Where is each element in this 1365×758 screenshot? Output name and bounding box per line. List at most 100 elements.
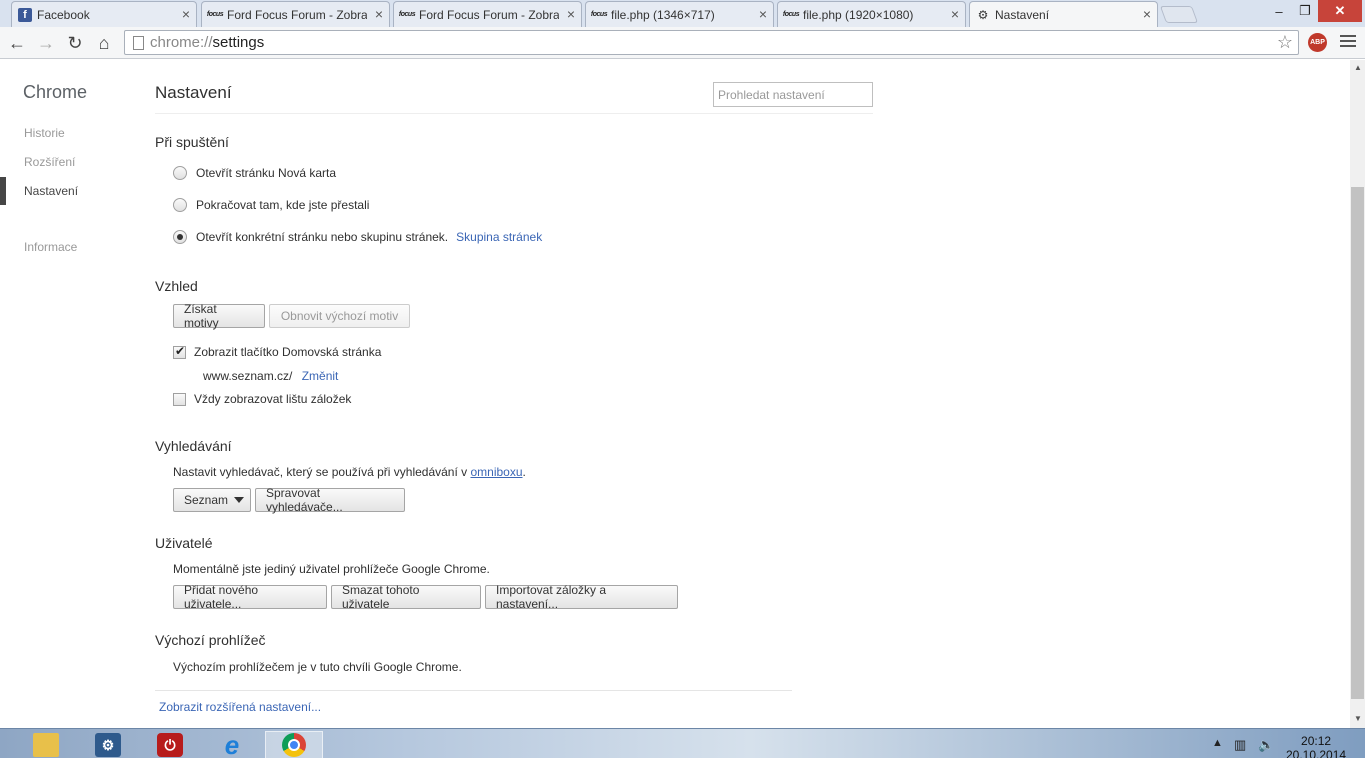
- back-button[interactable]: ←: [6, 32, 28, 54]
- page-icon: [133, 35, 144, 50]
- home-url: www.seznam.cz/: [203, 369, 293, 383]
- page-title: Nastavení: [155, 83, 232, 102]
- close-icon[interactable]: ×: [951, 7, 959, 21]
- reload-button[interactable]: ↻: [64, 32, 86, 54]
- import-bookmarks-button[interactable]: Importovat záložky a nastavení...: [485, 583, 678, 611]
- forward-button[interactable]: →: [35, 32, 57, 54]
- tab-title: Facebook: [37, 7, 90, 22]
- startup-option-continue[interactable]: Pokračovat tam, kde jste přestali: [173, 198, 369, 212]
- radio-button-selected[interactable]: [173, 230, 187, 244]
- radio-button[interactable]: [173, 166, 187, 180]
- tab-title: file.php (1920×1080): [803, 7, 914, 22]
- search-engine-select[interactable]: Seznam: [173, 488, 251, 512]
- close-icon[interactable]: ×: [182, 7, 190, 21]
- bookmark-star-icon[interactable]: ☆: [1277, 32, 1293, 53]
- bookmarks-bar-option[interactable]: Vždy zobrazovat lištu záložek: [173, 392, 351, 406]
- close-icon[interactable]: ×: [375, 7, 383, 21]
- search-settings-input[interactable]: [713, 82, 873, 107]
- browser-toolbar: ← → ↻ ⌂ chrome:// settings ☆ ABP: [0, 27, 1365, 59]
- tab-ford-focus-1[interactable]: focus Ford Focus Forum - Zobra ×: [201, 1, 390, 27]
- chrome-icon: [282, 733, 306, 757]
- scroll-down-icon[interactable]: ▼: [1354, 714, 1362, 723]
- section-title-default-browser: Výchozí prohlížeč: [155, 632, 266, 648]
- startup-option-newtab[interactable]: Otevřít stránku Nová karta: [173, 166, 336, 180]
- tab-ford-focus-2[interactable]: focus Ford Focus Forum - Zobra ×: [393, 1, 582, 27]
- section-title-startup: Při spuštění: [155, 134, 229, 150]
- tray-expand-icon[interactable]: ▲: [1212, 737, 1223, 749]
- omnibox-link[interactable]: omniboxu: [470, 465, 522, 479]
- tab-facebook[interactable]: f Facebook ×: [11, 1, 197, 27]
- taskbar-power[interactable]: ⏻: [141, 731, 199, 758]
- show-home-button-option[interactable]: Zobrazit tlačítko Domovská stránka: [173, 344, 381, 359]
- taskbar-ie[interactable]: e: [203, 730, 261, 758]
- tab-settings[interactable]: ⚙ Nastavení ×: [969, 1, 1158, 28]
- sidebar-item-about[interactable]: Informace: [24, 240, 77, 254]
- taskbar-explorer[interactable]: [17, 731, 75, 758]
- tab-file-php-1[interactable]: focus file.php (1346×717) ×: [585, 1, 774, 27]
- settings-page: Chrome Historie Rozšíření Nastavení Info…: [0, 60, 1365, 728]
- set-pages-link[interactable]: Skupina stránek: [456, 230, 542, 244]
- home-button[interactable]: ⌂: [93, 32, 115, 54]
- default-browser-description: Výchozím prohlížečem je v tuto chvíli Go…: [173, 660, 462, 674]
- footer-divider: [155, 690, 792, 691]
- sidebar-item-extensions[interactable]: Rozšíření: [24, 155, 75, 169]
- radio-label: Otevřít stránku Nová karta: [196, 166, 337, 180]
- taskbar-control-panel[interactable]: ⚙: [79, 731, 137, 758]
- new-tab-button[interactable]: [1159, 6, 1199, 23]
- delete-user-button[interactable]: Smazat tohoto uživatele: [331, 583, 481, 611]
- clock-date: 20.10.2014: [1286, 748, 1347, 758]
- control-panel-icon: ⚙: [95, 733, 121, 757]
- reset-theme-button[interactable]: Obnovit výchozí motiv: [269, 304, 410, 328]
- close-icon[interactable]: ×: [759, 7, 767, 21]
- tab-title: file.php (1346×717): [611, 7, 715, 22]
- maximize-button[interactable]: ❐: [1292, 0, 1318, 22]
- taskbar-chrome[interactable]: [265, 731, 323, 758]
- minimize-button[interactable]: –: [1266, 0, 1292, 22]
- sidebar-selected-marker: [0, 177, 6, 205]
- home-page-row: www.seznam.cz/ Změnit: [203, 369, 338, 383]
- change-home-link[interactable]: Změnit: [302, 369, 339, 383]
- checkbox-checked[interactable]: [173, 344, 186, 359]
- sidebar-item-history[interactable]: Historie: [24, 126, 65, 140]
- scroll-up-icon[interactable]: ▲: [1354, 63, 1362, 72]
- radio-button[interactable]: [173, 198, 187, 212]
- network-icon[interactable]: ▥: [1234, 737, 1246, 753]
- close-icon[interactable]: ×: [1143, 7, 1151, 21]
- power-icon: ⏻: [157, 733, 183, 757]
- taskbar-clock[interactable]: 20:12 20.10.2014: [1286, 734, 1346, 758]
- focus-icon: focus: [206, 11, 224, 18]
- close-icon[interactable]: ×: [567, 7, 575, 21]
- startup-option-specific-pages[interactable]: Otevřít konkrétní stránku nebo skupinu s…: [173, 230, 542, 244]
- tab-title: Nastavení: [995, 8, 1050, 22]
- address-bar[interactable]: chrome:// settings ☆: [124, 30, 1299, 55]
- scroll-thumb[interactable]: [1351, 187, 1364, 699]
- section-title-appearance: Vzhled: [155, 278, 198, 294]
- url-host: settings: [212, 34, 265, 51]
- title-divider: [155, 113, 873, 114]
- adblock-plus-icon[interactable]: ABP: [1308, 33, 1327, 52]
- search-engine-value: Seznam: [184, 493, 229, 507]
- chrome-menu-icon[interactable]: [1340, 33, 1356, 49]
- search-description-text: Nastavit vyhledávač, který se používá př…: [173, 465, 468, 479]
- focus-icon: focus: [398, 11, 416, 18]
- page-scrollbar[interactable]: ▲ ▼: [1350, 60, 1365, 728]
- window-close-button[interactable]: ✕: [1318, 0, 1362, 22]
- manage-search-engines-button[interactable]: Spravovat vyhledávače...: [255, 486, 405, 514]
- focus-icon: focus: [782, 11, 800, 18]
- folder-icon: [33, 733, 59, 757]
- users-description: Momentálně jste jediný uživatel prohlíže…: [173, 562, 490, 576]
- add-user-button[interactable]: Přidat nového uživatele...: [173, 583, 327, 611]
- sidebar-item-settings[interactable]: Nastavení: [24, 184, 78, 198]
- search-description: Nastavit vyhledávač, který se používá př…: [173, 465, 526, 479]
- url-scheme: chrome://: [150, 34, 213, 51]
- chevron-down-icon: [234, 497, 244, 503]
- volume-icon[interactable]: 🔈: [1258, 737, 1274, 753]
- windows-taskbar: ⚙ ⏻ e ▲ ▥ 🔈 20:12 20.10.2014: [0, 728, 1365, 758]
- checkbox[interactable]: [173, 392, 186, 406]
- tab-file-php-2[interactable]: focus file.php (1920×1080) ×: [777, 1, 966, 27]
- sidebar-brand: Chrome: [23, 82, 88, 102]
- radio-label: Otevřít konkrétní stránku nebo skupinu s…: [196, 230, 449, 244]
- tab-title: Ford Focus Forum - Zobra: [419, 7, 559, 22]
- get-themes-button[interactable]: Získat motivy: [173, 302, 265, 330]
- show-advanced-settings-link[interactable]: Zobrazit rozšířená nastavení...: [159, 700, 321, 714]
